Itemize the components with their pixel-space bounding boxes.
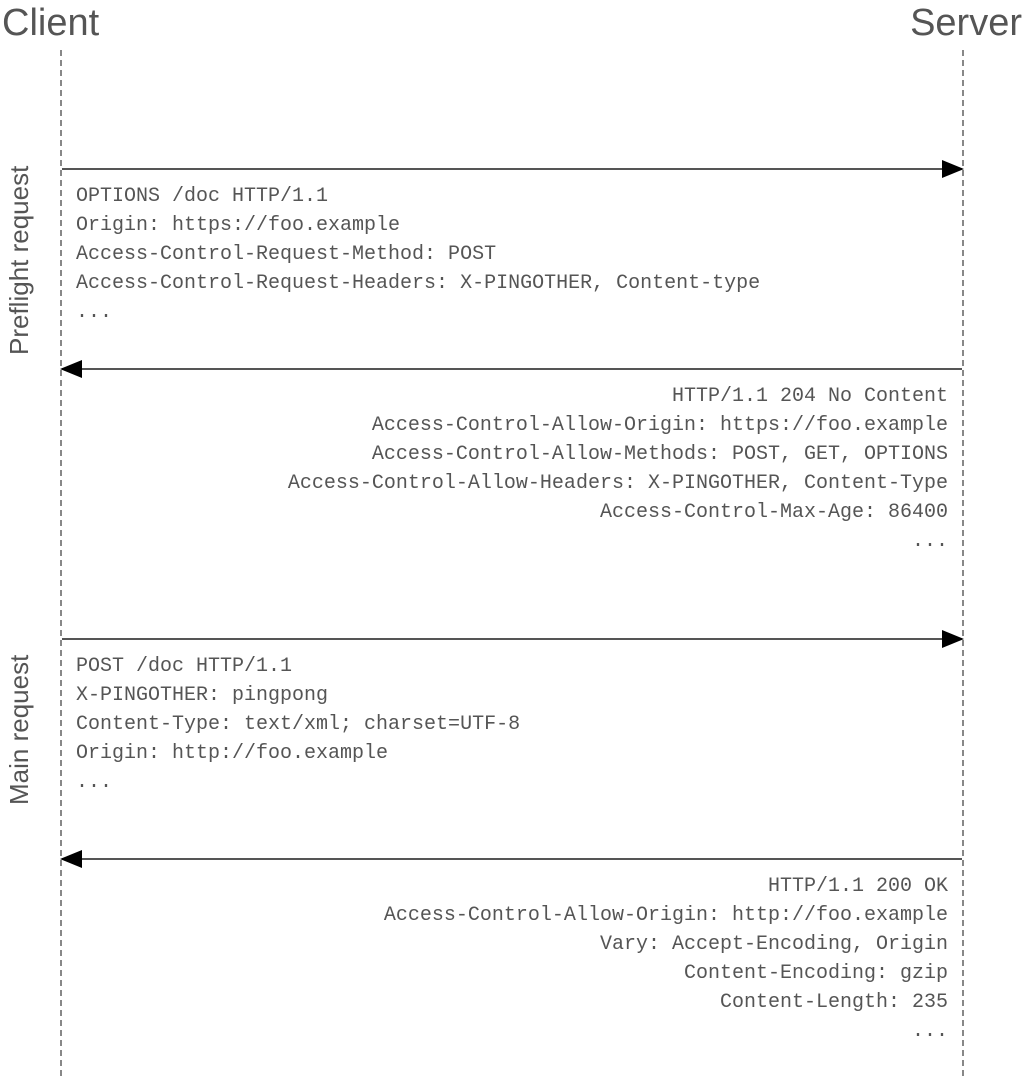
arrowhead-right-icon	[942, 630, 964, 648]
arrowhead-right-icon	[942, 160, 964, 178]
preflight-response-arrow	[62, 368, 962, 370]
main-response-arrow	[62, 858, 962, 860]
main-request-arrow	[62, 638, 962, 640]
arrowhead-left-icon	[60, 850, 82, 868]
preflight-section-label: Preflight request	[4, 150, 35, 370]
main-section-label: Main request	[4, 620, 35, 840]
client-lifeline	[60, 50, 62, 1076]
client-actor-label: Client	[2, 2, 99, 45]
preflight-request-arrow	[62, 168, 962, 170]
preflight-request-text: OPTIONS /doc HTTP/1.1 Origin: https://fo…	[76, 182, 760, 327]
main-response-text: HTTP/1.1 200 OK Access-Control-Allow-Ori…	[384, 872, 948, 1046]
server-lifeline	[962, 50, 964, 1076]
server-actor-label: Server	[910, 2, 1022, 45]
arrowhead-left-icon	[60, 360, 82, 378]
preflight-response-text: HTTP/1.1 204 No Content Access-Control-A…	[288, 382, 948, 556]
main-request-text: POST /doc HTTP/1.1 X-PINGOTHER: pingpong…	[76, 652, 520, 797]
